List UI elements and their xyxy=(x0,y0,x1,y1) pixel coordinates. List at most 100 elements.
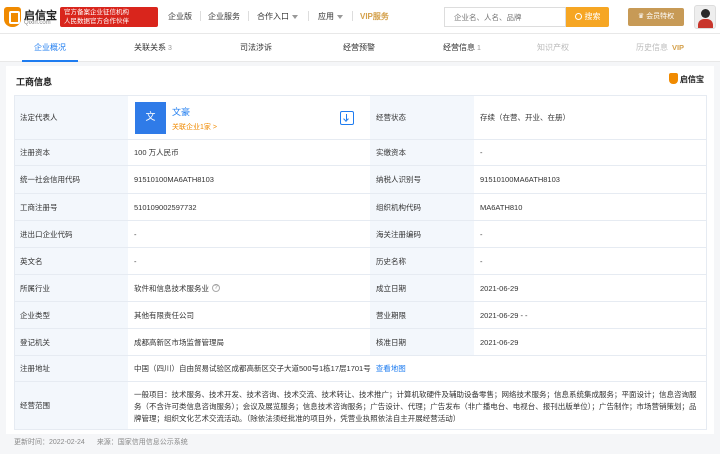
logo-domain: Qixin.com xyxy=(24,20,51,26)
row-value: 91510100MA6ATH8103 xyxy=(134,175,214,184)
vip-badge: VIP xyxy=(671,43,685,52)
row-label: 历史名称 xyxy=(370,248,474,274)
tab-intellectual-property[interactable]: 知识产权 xyxy=(503,34,603,62)
table-row: 工商注册号 510109002597732 组织机构代码 MA6ATH810 xyxy=(14,194,706,221)
table-row: 英文名 - 历史名称 - xyxy=(14,248,706,275)
address-value: 中国（四川）自由贸易试验区成都高新区交子大道500号1栋17层1701号 xyxy=(134,364,371,373)
nav-vip-service[interactable]: VIP服务 xyxy=(360,11,389,22)
nav-apps-label: 应用 xyxy=(318,12,334,21)
tab-count: 3 xyxy=(168,45,172,52)
row-label: 所属行业 xyxy=(14,275,128,301)
row-label: 统一社会信用代码 xyxy=(14,166,128,193)
view-map-link[interactable]: 查看地图 xyxy=(376,363,406,374)
nav-cooperation[interactable]: 合作入口 xyxy=(257,11,298,22)
row-label: 纳税人识别号 xyxy=(370,166,474,193)
table-row: 企业类型 其他有限责任公司 营业期限 2021-06-29 - - xyxy=(14,302,706,329)
search-icon xyxy=(574,13,582,20)
search-button-label: 搜索 xyxy=(584,12,601,21)
row-label: 核准日期 xyxy=(370,329,474,355)
address-label: 注册地址 xyxy=(14,356,128,381)
row-value: 91510100MA6ATH8103 xyxy=(480,175,560,184)
row-value: 存续（在营、开业、在册） xyxy=(480,113,570,122)
row-label: 组织机构代码 xyxy=(370,194,474,220)
row-value: - xyxy=(480,256,483,266)
section-title: 工商信息 xyxy=(16,77,53,87)
row-value: - xyxy=(480,148,483,157)
table-row: 所属行业 软件和信息技术服务业? 成立日期 2021-06-29 xyxy=(14,275,706,302)
table-row: 统一社会信用代码 91510100MA6ATH8103 纳税人识别号 91510… xyxy=(14,166,706,194)
tab-litigation[interactable]: 司法涉诉 xyxy=(206,34,306,62)
row-label: 登记机关 xyxy=(14,329,128,355)
row-label: 工商注册号 xyxy=(14,194,128,220)
avatar-body xyxy=(698,19,713,28)
row-value: 100 万人民币 xyxy=(134,148,179,157)
nav-apps[interactable]: 应用 xyxy=(318,11,343,22)
chevron-down-icon xyxy=(292,14,298,19)
row-value: 成都高新区市场监督管理局 xyxy=(134,337,224,347)
row-label: 海关注册编码 xyxy=(370,221,474,247)
row-value: MA6ATH810 xyxy=(480,202,523,212)
tab-label: 关联关系 xyxy=(134,43,167,52)
table-row: 经营范围 一般项目：技术服务、技术开发、技术咨询、技术交流、技术转让、技术推广；… xyxy=(14,382,706,430)
scope-value: 一般项目：技术服务、技术开发、技术咨询、技术交流、技术转让、技术推广；计算机软硬… xyxy=(134,390,697,423)
official-badge: 官方备案企业征信机构 人民数据官方合作伙伴 xyxy=(60,7,158,27)
site-logo[interactable]: 启信宝 Qixin.com xyxy=(4,5,57,29)
scope-label: 经营范围 xyxy=(14,382,128,429)
table-border xyxy=(706,95,707,430)
badge-line-1: 官方备案企业征信机构 xyxy=(64,9,129,16)
legal-rep-label: 法定代表人 xyxy=(14,96,128,139)
search-input[interactable] xyxy=(444,7,566,27)
legal-rep-avatar: 文 xyxy=(135,102,166,134)
row-label: 成立日期 xyxy=(370,275,474,301)
tab-business-info[interactable]: 经营信息 1 xyxy=(412,34,512,62)
member-button-label: 会员特权 xyxy=(646,13,675,20)
row-label: 实缴资本 xyxy=(370,140,474,165)
tab-label: 经营信息 xyxy=(443,43,476,52)
tab-relations[interactable]: 关联关系 3 xyxy=(103,34,203,62)
table-row: 注册资本 100 万人民币 实缴资本 - xyxy=(14,140,706,166)
tab-risk-warning[interactable]: 经营预警 xyxy=(309,34,409,62)
row-value: - xyxy=(480,229,483,239)
row-label: 经营状态 xyxy=(370,96,474,139)
business-info-card: 工商信息 启信宝 法定代表人 文 文豪 关联企业1家 > 经营状态 存续（在营、… xyxy=(6,66,714,434)
section-tabs: 企业概况 关联关系 3 司法涉诉 经营预警 经营信息 1 知识产权 历史信息 VIP xyxy=(0,34,720,62)
nav-enterprise-service[interactable]: 企业服务 xyxy=(208,11,240,22)
crown-icon: ♛ xyxy=(637,13,647,20)
brand-shield-icon xyxy=(669,73,678,84)
user-avatar[interactable] xyxy=(694,5,716,29)
related-companies-link[interactable]: 关联企业1家 > xyxy=(172,122,217,132)
tab-overview[interactable]: 企业概况 xyxy=(0,34,100,62)
row-value: - xyxy=(134,229,137,239)
brand-text: 启信宝 xyxy=(680,75,704,84)
row-value: - xyxy=(134,256,137,266)
table-row: 登记机关 成都高新区市场监督管理局 核准日期 2021-06-29 xyxy=(14,329,706,356)
download-icon[interactable] xyxy=(340,111,354,125)
help-icon[interactable]: ? xyxy=(212,284,220,292)
nav-enterprise-edition[interactable]: 企业版 xyxy=(168,11,192,22)
industry-value: 软件和信息技术服务业 xyxy=(134,283,209,293)
search-button[interactable]: 搜索 xyxy=(566,7,609,27)
nav-divider xyxy=(200,11,201,21)
row-value: 2021-06-29 xyxy=(480,337,519,347)
row-value: 510109002597732 xyxy=(134,202,197,212)
tab-label: 知识产权 xyxy=(537,43,569,52)
tab-label: 历史信息 xyxy=(635,43,668,52)
tab-history[interactable]: 历史信息 VIP xyxy=(610,34,710,62)
row-value: 其他有限责任公司 xyxy=(134,310,194,320)
member-privilege-button[interactable]: ♛ 会员特权 xyxy=(628,8,684,26)
row-label: 注册资本 xyxy=(14,140,128,165)
nav-divider xyxy=(248,11,249,21)
table-row: 法定代表人 文 文豪 关联企业1家 > 经营状态 存续（在营、开业、在册） xyxy=(14,96,706,140)
address-cell: 中国（四川）自由贸易试验区成都高新区交子大道500号1栋17层1701号 查看地图 xyxy=(128,356,706,381)
row-label: 英文名 xyxy=(14,248,128,274)
nav-divider xyxy=(352,11,353,21)
table-border xyxy=(14,95,15,430)
avatar-head xyxy=(701,9,710,18)
row-value: 2021-06-29 - - xyxy=(480,310,528,320)
legal-rep-name[interactable]: 文豪 xyxy=(172,105,190,118)
tab-label: 企业概况 xyxy=(34,43,66,52)
row-label: 进出口企业代码 xyxy=(14,221,128,247)
chevron-down-icon xyxy=(337,14,343,19)
top-bar: 启信宝 Qixin.com 官方备案企业征信机构 人民数据官方合作伙伴 企业版 … xyxy=(0,0,720,34)
brand-watermark: 启信宝 xyxy=(669,73,704,85)
